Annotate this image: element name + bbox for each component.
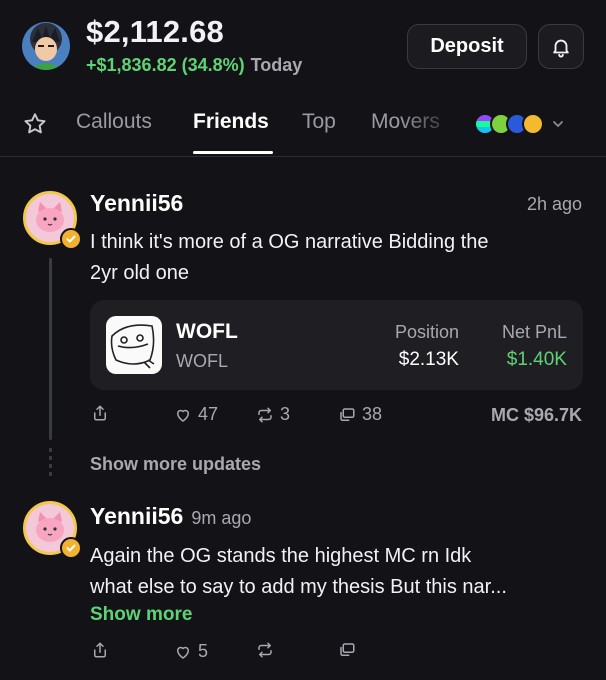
- tab-callouts[interactable]: Callouts: [76, 110, 152, 134]
- tabs-divider: [0, 156, 606, 157]
- post-header: Yennii56 9m ago: [90, 503, 251, 530]
- show-more-link[interactable]: Show more: [90, 604, 192, 626]
- heart-icon: [177, 646, 189, 659]
- bell-icon: [553, 39, 569, 58]
- like-button[interactable]: 47: [174, 404, 218, 425]
- post-username[interactable]: Yennii56: [90, 190, 183, 217]
- tab-fade-overlay: [400, 106, 460, 142]
- balance-change: +$1,836.82 (34.8%): [86, 55, 245, 75]
- feed-tabs: Callouts Friends Top Movers: [0, 100, 606, 156]
- repost-icon: [258, 642, 272, 658]
- balance-amount: $2,112.68: [86, 14, 225, 49]
- repost-button[interactable]: [256, 641, 274, 659]
- repost-button[interactable]: 3: [256, 404, 290, 425]
- comment-icon: [340, 407, 355, 421]
- tab-friends[interactable]: Friends: [193, 110, 269, 134]
- active-tab-indicator: [193, 151, 273, 154]
- share-icon: [94, 642, 106, 658]
- profile-avatar[interactable]: [22, 22, 70, 70]
- repost-count: 3: [280, 404, 291, 424]
- change-period: Today: [250, 55, 303, 75]
- post-text-line-1: I think it's more of a OG narrative Bidd…: [90, 231, 489, 253]
- market-cap: MC $96.7K: [490, 405, 582, 425]
- comment-button[interactable]: [338, 641, 356, 659]
- share-button[interactable]: [91, 641, 109, 659]
- post-timestamp: 9m ago: [191, 508, 252, 528]
- post-text-line-2: what else to say to add my thesis But th…: [90, 576, 507, 598]
- net-pnl-value: $1.40K: [506, 349, 567, 370]
- position-label: Position: [394, 322, 459, 342]
- notifications-button[interactable]: [538, 24, 584, 69]
- verified-badge-icon: [60, 537, 82, 559]
- token-name: WOFL: [176, 320, 238, 343]
- show-more-updates-link[interactable]: Show more updates: [90, 454, 261, 475]
- balance-change-row: +$1,836.82 (34.8%) Today: [86, 55, 302, 76]
- repost-icon: [258, 407, 272, 422]
- token-position-card[interactable]: WOFL WOFL Position $2.13K Net PnL $1.40K: [90, 300, 583, 390]
- verified-badge-icon: [60, 228, 82, 250]
- heart-icon: [177, 409, 189, 422]
- post-text-line-1: Again the OG stands the highest MC rn Id…: [90, 545, 472, 567]
- chevron-down-icon: [553, 121, 563, 128]
- share-button[interactable]: [91, 404, 109, 422]
- favorites-star-icon[interactable]: [22, 111, 48, 143]
- token-image: [106, 316, 162, 374]
- share-icon: [94, 405, 106, 421]
- deposit-button[interactable]: Deposit: [407, 24, 527, 69]
- comment-count: 38: [362, 404, 383, 424]
- post-timestamp: 2h ago: [526, 194, 582, 214]
- bnb-token-icon: [522, 113, 544, 135]
- post-text-line-2: 2yr old one: [90, 262, 189, 284]
- tab-top[interactable]: Top: [302, 110, 336, 134]
- token-ticker: WOFL: [176, 351, 228, 371]
- like-count: 5: [198, 641, 209, 661]
- thread-dotted-line: [49, 448, 52, 480]
- thread-line: [49, 258, 52, 440]
- post-username[interactable]: Yennii56: [90, 503, 183, 530]
- net-pnl-label: Net PnL: [501, 322, 567, 342]
- comment-icon: [340, 643, 355, 656]
- chain-tokens-selector[interactable]: [474, 113, 563, 135]
- like-button[interactable]: 5: [174, 641, 208, 662]
- comment-button[interactable]: 38: [338, 404, 382, 425]
- position-value: $2.13K: [398, 349, 459, 370]
- like-count: 47: [198, 404, 219, 424]
